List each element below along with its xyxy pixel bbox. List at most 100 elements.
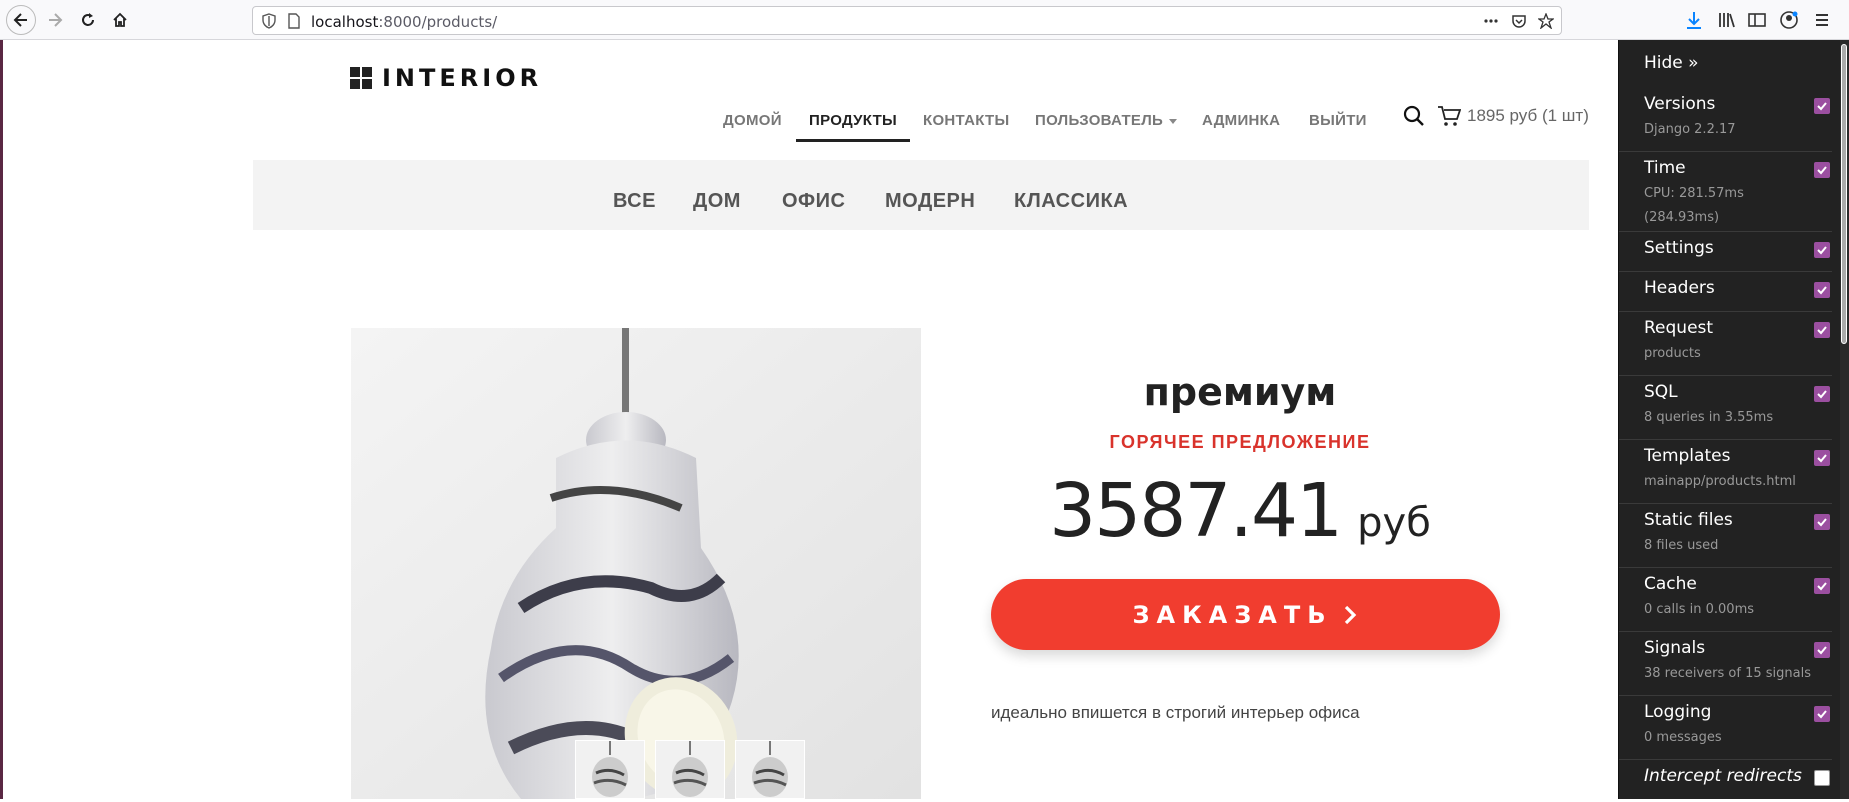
debug-panel-title: Request — [1644, 318, 1714, 338]
nav-home[interactable]: ДОМОЙ — [723, 112, 782, 129]
debug-panel-title: Static files — [1644, 510, 1733, 530]
thumbnail-1[interactable] — [575, 740, 645, 799]
search-icon[interactable] — [1402, 104, 1426, 128]
cart-icon[interactable] — [1437, 104, 1461, 128]
more-options-icon[interactable] — [1483, 13, 1499, 29]
checkmark-icon — [1817, 710, 1827, 719]
debug-panel-subtitle: mainapp/products.html — [1644, 474, 1796, 489]
debug-panel-sql[interactable]: SQL 8 queries in 3.55ms — [1619, 376, 1832, 440]
nav-logout[interactable]: ВЫЙТИ — [1309, 112, 1367, 129]
debug-panel-subtitle: Django 2.2.17 — [1644, 122, 1736, 137]
logo-grid-icon — [350, 67, 372, 89]
debug-panel-templates[interactable]: Templates mainapp/products.html — [1619, 440, 1832, 504]
debug-panel-title: Templates — [1644, 446, 1731, 466]
shield-icon[interactable] — [261, 13, 277, 29]
category-office[interactable]: ОФИС — [782, 190, 845, 213]
reload-icon — [82, 13, 94, 26]
thumbnail-2[interactable] — [655, 740, 725, 799]
product-title: премиум — [1143, 370, 1337, 414]
panel-toggle-checkbox[interactable] — [1814, 162, 1830, 178]
debug-panel-title: Versions — [1644, 94, 1716, 114]
category-all[interactable]: ВСЕ — [613, 190, 656, 213]
menu-icon[interactable] — [1812, 10, 1832, 30]
debug-panel-subtitle-2: (284.93ms) — [1644, 210, 1720, 225]
library-icon[interactable] — [1717, 10, 1737, 30]
debug-panel-subtitle: 8 queries in 3.55ms — [1644, 410, 1774, 425]
panel-toggle-checkbox[interactable] — [1814, 578, 1830, 594]
scrollbar-thumb[interactable] — [1841, 44, 1847, 344]
debug-panel-title: SQL — [1644, 382, 1678, 402]
price-value: 3587.41 — [1049, 468, 1343, 554]
debug-panel-logging[interactable]: Logging 0 messages — [1619, 696, 1832, 760]
debug-panel-signals[interactable]: Signals 38 receivers of 15 signals — [1619, 632, 1832, 696]
panel-toggle-checkbox[interactable] — [1814, 98, 1830, 114]
debug-panel-request[interactable]: Request products — [1619, 312, 1832, 376]
debug-panel-subtitle: 0 messages — [1644, 730, 1722, 745]
toolbar-scrollbar[interactable] — [1840, 40, 1849, 799]
site-logo[interactable]: INTERIOR — [350, 64, 542, 92]
debug-panel-title: Headers — [1644, 278, 1715, 298]
url-bar[interactable]: localhost:8000/products/ — [252, 6, 1562, 35]
bookmark-star-icon[interactable] — [1538, 13, 1554, 29]
account-icon[interactable] — [1779, 10, 1799, 30]
chevron-right-icon — [1344, 605, 1356, 624]
nav-contacts[interactable]: КОНТАКТЫ — [923, 112, 1009, 129]
reload-button[interactable] — [73, 5, 103, 35]
debug-panel-title: Signals — [1644, 638, 1706, 658]
checkmark-icon — [1817, 582, 1827, 591]
download-icon[interactable] — [1684, 10, 1704, 30]
forward-button[interactable] — [40, 5, 70, 35]
window-edge — [0, 40, 3, 799]
nav-products[interactable]: ПРОДУКТЫ — [809, 112, 897, 129]
product-image[interactable] — [351, 328, 921, 799]
debug-panel-settings[interactable]: Settings — [1619, 232, 1832, 272]
category-bar: ВСЕ ДОМ ОФИС МОДЕРН КЛАССИКА — [253, 160, 1589, 230]
panel-toggle-checkbox[interactable] — [1814, 514, 1830, 530]
hide-toolbar-link[interactable]: Hide » — [1644, 53, 1699, 73]
category-home[interactable]: ДОМ — [693, 190, 741, 213]
lamp-thumbnail-icon — [672, 741, 708, 797]
panel-toggle-checkbox[interactable] — [1814, 386, 1830, 402]
panel-toggle-checkbox[interactable] — [1814, 242, 1830, 258]
hot-offer-label: ГОРЯЧЕЕ ПРЕДЛОЖЕНИЕ — [1109, 432, 1371, 452]
url-text: localhost:8000/products/ — [311, 13, 498, 31]
debug-panel-title: Intercept redirects — [1644, 766, 1802, 786]
checkmark-icon — [1817, 326, 1827, 335]
debug-panel-cache[interactable]: Cache 0 calls in 0.00ms — [1619, 568, 1832, 632]
nav-user-dropdown[interactable]: ПОЛЬЗОВАТЕЛЬ — [1035, 112, 1178, 129]
pocket-icon[interactable] — [1511, 13, 1527, 29]
product-price: 3587.41 руб — [990, 468, 1490, 554]
arrow-left-icon — [13, 13, 27, 27]
debug-panel-versions[interactable]: Versions Django 2.2.17 — [1619, 88, 1832, 152]
debug-toolbar: Hide » Versions Django 2.2.17 Time CPU: 281… — [1618, 40, 1849, 799]
nav-user-label: ПОЛЬЗОВАТЕЛЬ — [1035, 112, 1164, 129]
panel-toggle-checkbox[interactable] — [1814, 706, 1830, 722]
debug-panel-subtitle: 0 calls in 0.00ms — [1644, 602, 1755, 617]
cart-summary[interactable]: 1895 руб (1 шт) — [1467, 106, 1589, 126]
nav-admin[interactable]: АДМИНКА — [1202, 112, 1280, 129]
sidebar-icon[interactable] — [1747, 10, 1767, 30]
home-icon — [113, 12, 127, 27]
debug-panel-time[interactable]: Time CPU: 281.57ms (284.93ms) — [1619, 152, 1832, 232]
home-button[interactable] — [105, 5, 135, 35]
panel-toggle-checkbox[interactable] — [1814, 770, 1830, 786]
debug-panel-title: Settings — [1644, 238, 1714, 258]
panel-toggle-checkbox[interactable] — [1814, 642, 1830, 658]
pendant-lamp-illustration — [351, 328, 921, 799]
debug-panel-title: Cache — [1644, 574, 1697, 594]
back-button[interactable] — [6, 5, 36, 35]
debug-panel-intercept-redirects[interactable]: Intercept redirects — [1619, 760, 1832, 799]
caret-down-icon — [1169, 118, 1178, 124]
product-description: идеально впишется в строгий интерьер офи… — [991, 703, 1360, 722]
logo-text: INTERIOR — [382, 64, 543, 92]
category-modern[interactable]: МОДЕРН — [885, 190, 975, 213]
thumbnail-3[interactable] — [735, 740, 805, 799]
panel-toggle-checkbox[interactable] — [1814, 322, 1830, 338]
panel-toggle-checkbox[interactable] — [1814, 450, 1830, 466]
order-button[interactable]: ЗАКАЗАТЬ — [991, 579, 1500, 650]
category-classic[interactable]: КЛАССИКА — [1014, 190, 1128, 213]
panel-toggle-checkbox[interactable] — [1814, 282, 1830, 298]
debug-panel-static-files[interactable]: Static files 8 files used — [1619, 504, 1832, 568]
checkmark-icon — [1817, 166, 1827, 175]
debug-panel-headers[interactable]: Headers — [1619, 272, 1832, 312]
